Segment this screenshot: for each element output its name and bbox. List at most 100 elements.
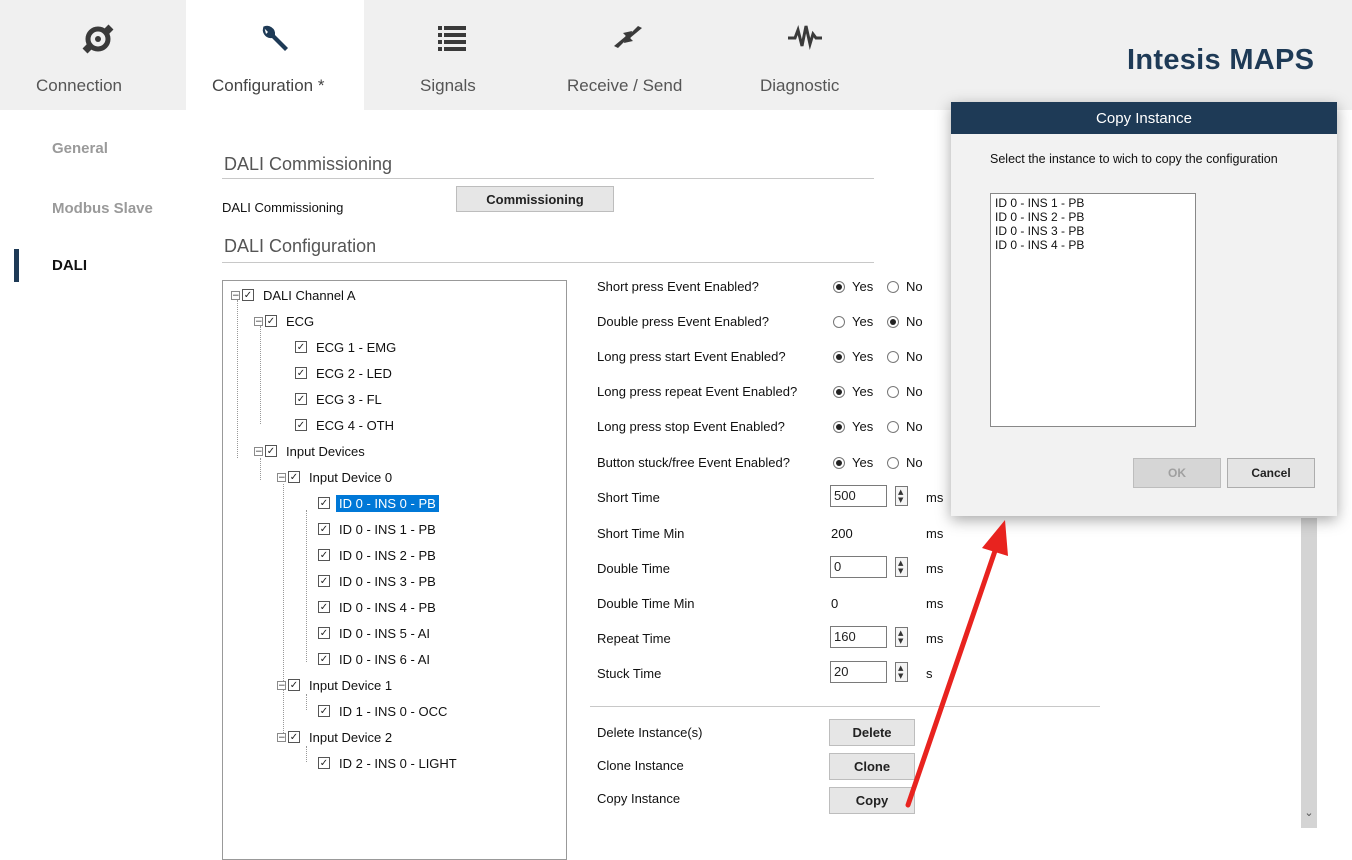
- tree-leaf[interactable]: ✓ ID 0 - INS 5 - AI: [318, 623, 433, 643]
- radio-yes-double-press[interactable]: Yes: [833, 314, 873, 329]
- tree-leaf[interactable]: ✓ ID 0 - INS 2 - PB: [318, 545, 439, 565]
- radio-no-double-press[interactable]: No: [887, 314, 923, 329]
- checkbox-checked-icon[interactable]: ✓: [318, 575, 330, 587]
- collapse-icon[interactable]: −: [277, 732, 286, 742]
- instance-listbox[interactable]: ID 0 - INS 1 - PB ID 0 - INS 2 - PB ID 0…: [990, 193, 1196, 427]
- tab-connection[interactable]: Connection: [33, 0, 163, 110]
- radio-empty-icon[interactable]: [887, 385, 899, 398]
- tree-node-channel[interactable]: − ✓ DALI Channel A: [231, 285, 359, 305]
- checkbox-checked-icon[interactable]: ✓: [295, 393, 307, 405]
- radio-selected-icon[interactable]: [833, 420, 845, 433]
- collapse-icon[interactable]: −: [231, 290, 240, 300]
- radio-no-long-press-stop[interactable]: No: [887, 419, 923, 434]
- tab-configuration-label: Configuration *: [212, 76, 325, 95]
- radio-yes-long-press-repeat[interactable]: Yes: [833, 384, 873, 399]
- checkbox-checked-icon[interactable]: ✓: [318, 705, 330, 717]
- tree-leaf[interactable]: ✓ ID 1 - INS 0 - OCC: [318, 701, 450, 721]
- checkbox-checked-icon[interactable]: ✓: [318, 601, 330, 613]
- tree-node-label: ID 0 - INS 4 - PB: [339, 599, 436, 615]
- radio-selected-icon[interactable]: [887, 315, 899, 328]
- checkbox-checked-icon[interactable]: ✓: [288, 731, 300, 743]
- checkbox-checked-icon[interactable]: ✓: [242, 289, 254, 301]
- tree-leaf[interactable]: ✓ ECG 1 - EMG: [295, 337, 399, 357]
- list-item[interactable]: ID 0 - INS 2 - PB: [995, 210, 1084, 224]
- tab-configuration[interactable]: Configuration *: [186, 0, 364, 110]
- tree-leaf[interactable]: ✓ ECG 3 - FL: [295, 389, 385, 409]
- stuck-time-input[interactable]: 20: [830, 661, 887, 683]
- checkbox-checked-icon[interactable]: ✓: [265, 445, 277, 457]
- radio-empty-icon[interactable]: [887, 280, 899, 293]
- tree-leaf[interactable]: ✓ ID 0 - INS 6 - AI: [318, 649, 433, 669]
- radio-no-short-press[interactable]: No: [887, 279, 923, 294]
- tree-leaf[interactable]: ✓ ID 0 - INS 3 - PB: [318, 571, 439, 591]
- checkbox-checked-icon[interactable]: ✓: [318, 549, 330, 561]
- tree-leaf[interactable]: ✓ ECG 2 - LED: [295, 363, 395, 383]
- commissioning-button[interactable]: Commissioning: [456, 186, 614, 212]
- double-time-input[interactable]: 0: [830, 556, 887, 578]
- checkbox-checked-icon[interactable]: ✓: [295, 419, 307, 431]
- scroll-down-icon[interactable]: ⌄: [1301, 806, 1317, 826]
- radio-selected-icon[interactable]: [833, 456, 845, 469]
- checkbox-checked-icon[interactable]: ✓: [265, 315, 277, 327]
- tab-receive-send[interactable]: Receive / Send: [553, 0, 703, 110]
- short-time-unit: ms: [926, 490, 944, 505]
- radio-label: Yes: [852, 279, 874, 294]
- checkbox-checked-icon[interactable]: ✓: [295, 341, 307, 353]
- checkbox-checked-icon[interactable]: ✓: [318, 653, 330, 665]
- tree-node-input-device-1[interactable]: − ✓ Input Device 1: [277, 675, 395, 695]
- tab-diagnostic[interactable]: Diagnostic: [740, 0, 870, 110]
- sidebar-item-dali[interactable]: DALI: [52, 257, 87, 274]
- list-item[interactable]: ID 0 - INS 1 - PB: [995, 196, 1084, 210]
- tree-leaf[interactable]: ✓ ECG 4 - OTH: [295, 415, 397, 435]
- tree-node-input-device-0[interactable]: − ✓ Input Device 0: [277, 467, 395, 487]
- checkbox-checked-icon[interactable]: ✓: [318, 757, 330, 769]
- radio-selected-icon[interactable]: [833, 350, 845, 363]
- checkbox-checked-icon[interactable]: ✓: [318, 627, 330, 639]
- radio-no-button-stuck[interactable]: No: [887, 455, 923, 470]
- radio-yes-long-press-stop[interactable]: Yes: [833, 419, 873, 434]
- dali-tree-view[interactable]: − ✓ DALI Channel A − ✓ ECG ✓ ECG 1 - EMG …: [222, 280, 567, 860]
- tree-guide: [306, 510, 307, 662]
- vertical-scrollbar[interactable]: [1301, 518, 1317, 828]
- radio-no-long-press-start[interactable]: No: [887, 349, 923, 364]
- radio-label: Yes: [852, 314, 874, 329]
- short-time-input[interactable]: 500: [830, 485, 887, 507]
- radio-empty-icon[interactable]: [887, 350, 899, 363]
- list-item[interactable]: ID 0 - INS 4 - PB: [995, 238, 1084, 252]
- collapse-icon[interactable]: −: [277, 680, 286, 690]
- radio-no-long-press-repeat[interactable]: No: [887, 384, 923, 399]
- checkbox-checked-icon[interactable]: ✓: [318, 497, 330, 509]
- sidebar-item-general[interactable]: General: [52, 140, 108, 157]
- radio-label: Yes: [852, 455, 874, 470]
- tree-leaf[interactable]: ✓ ID 2 - INS 0 - LIGHT: [318, 753, 460, 773]
- radio-selected-icon[interactable]: [833, 385, 845, 398]
- tree-leaf-selected[interactable]: ✓ ID 0 - INS 0 - PB: [318, 493, 439, 513]
- radio-selected-icon[interactable]: [833, 280, 845, 293]
- list-item[interactable]: ID 0 - INS 3 - PB: [995, 224, 1084, 238]
- tree-node-input-devices[interactable]: − ✓ Input Devices: [254, 441, 368, 461]
- tree-node-input-device-2[interactable]: − ✓ Input Device 2: [277, 727, 395, 747]
- tree-leaf[interactable]: ✓ ID 0 - INS 4 - PB: [318, 597, 439, 617]
- collapse-icon[interactable]: −: [254, 446, 263, 456]
- event-label-short-press: Short press Event Enabled?: [597, 279, 759, 294]
- radio-empty-icon[interactable]: [833, 315, 845, 328]
- radio-empty-icon[interactable]: [887, 420, 899, 433]
- checkbox-checked-icon[interactable]: ✓: [318, 523, 330, 535]
- tree-leaf[interactable]: ✓ ID 0 - INS 1 - PB: [318, 519, 439, 539]
- collapse-icon[interactable]: −: [277, 472, 286, 482]
- radio-empty-icon[interactable]: [887, 456, 899, 469]
- checkbox-checked-icon[interactable]: ✓: [288, 471, 300, 483]
- repeat-time-input[interactable]: 160: [830, 626, 887, 648]
- checkbox-checked-icon[interactable]: ✓: [295, 367, 307, 379]
- radio-yes-short-press[interactable]: Yes: [833, 279, 873, 294]
- ok-button[interactable]: OK: [1133, 458, 1221, 488]
- radio-yes-button-stuck[interactable]: Yes: [833, 455, 873, 470]
- tree-node-ecg[interactable]: − ✓ ECG: [254, 311, 317, 331]
- cancel-button[interactable]: Cancel: [1227, 458, 1315, 488]
- short-time-spinner-icon[interactable]: ▲ ▼: [895, 486, 908, 506]
- collapse-icon[interactable]: −: [254, 316, 263, 326]
- tab-signals[interactable]: Signals: [392, 0, 512, 110]
- sidebar-item-modbus-slave[interactable]: Modbus Slave: [52, 200, 153, 217]
- checkbox-checked-icon[interactable]: ✓: [288, 679, 300, 691]
- radio-yes-long-press-start[interactable]: Yes: [833, 349, 873, 364]
